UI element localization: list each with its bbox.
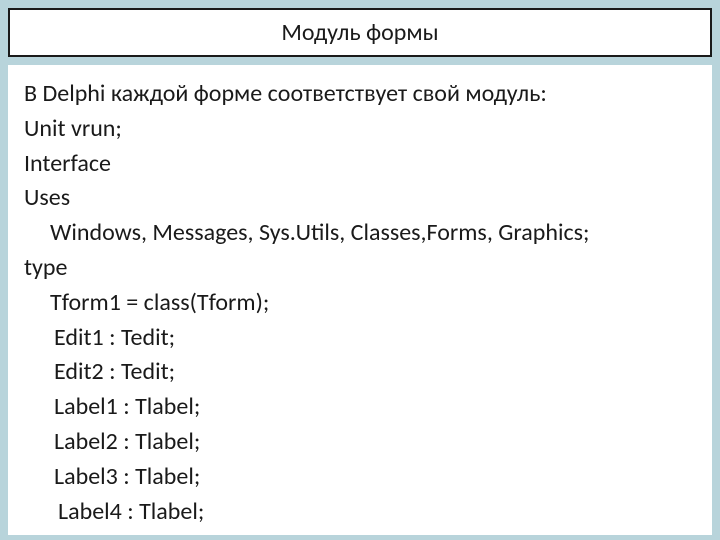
code-line: Unit vrun;	[24, 112, 696, 147]
title-box: Модуль формы	[8, 8, 712, 57]
code-line: Uses	[24, 181, 696, 216]
code-line: type	[24, 251, 696, 286]
code-line: Windows, Messages, Sys.Utils, Classes,Fo…	[24, 216, 696, 251]
code-line: Interface	[24, 147, 696, 182]
code-line: Edit2 : Tedit;	[24, 355, 696, 390]
code-line: Tform1 = class(Tform);	[24, 286, 696, 321]
code-line: Label1 : Tlabel;	[24, 390, 696, 425]
content-box: В Delphi каждой форме соответствует свой…	[8, 65, 712, 535]
code-line: Label4 : Tlabel;	[24, 495, 696, 530]
code-line: Label3 : Tlabel;	[24, 460, 696, 495]
code-line: Edit1 : Tedit;	[24, 321, 696, 356]
code-line: В Delphi каждой форме соответствует свой…	[24, 77, 696, 112]
code-line: Label2 : Tlabel;	[24, 425, 696, 460]
page-title: Модуль формы	[20, 18, 700, 47]
